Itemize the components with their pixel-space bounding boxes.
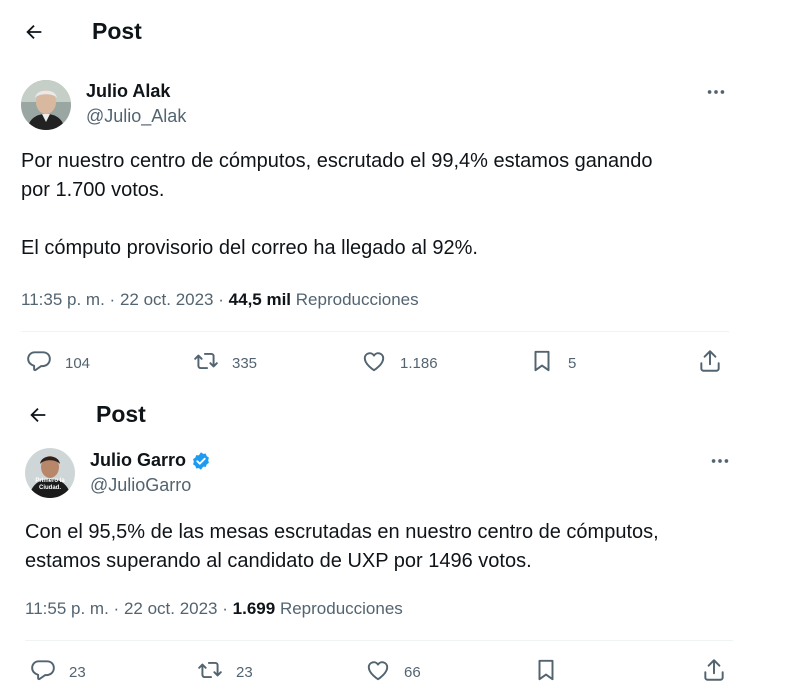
share-button[interactable]	[701, 657, 727, 687]
back-arrow-icon[interactable]	[22, 20, 46, 44]
like-button[interactable]: 66	[365, 657, 421, 687]
post-date[interactable]: 22 oct. 2023	[124, 599, 218, 618]
meta-separator: ·	[222, 599, 228, 618]
avatar[interactable]	[21, 80, 71, 130]
like-count: 66	[404, 663, 421, 681]
reply-count: 104	[65, 354, 91, 372]
author-name[interactable]: Julio Garro	[90, 450, 211, 471]
post-header: Post	[22, 18, 142, 45]
post-time[interactable]: 11:55 p. m.	[25, 599, 109, 618]
more-options-icon[interactable]	[704, 80, 728, 104]
post-date[interactable]: 22 oct. 2023	[120, 290, 214, 309]
post-meta: 11:55 p. m. · 22 oct. 2023 · 1.699 Repro…	[25, 599, 403, 619]
post-meta: 11:35 p. m. · 22 oct. 2023 · 44,5 mil Re…	[21, 290, 419, 310]
meta-separator: ·	[218, 290, 224, 309]
divider	[25, 640, 733, 641]
bookmark-count: 5	[568, 354, 577, 372]
views-label: Reproducciones	[279, 599, 403, 618]
share-icon	[697, 348, 723, 378]
heart-icon	[365, 657, 391, 687]
share-button[interactable]	[697, 348, 723, 378]
bookmark-button[interactable]: 5	[529, 348, 576, 378]
post-text: Por nuestro centro de cómputos, escrutad…	[21, 150, 653, 259]
view-count: 44,5 mil	[228, 290, 292, 309]
page-title: Post	[96, 401, 146, 427]
repost-count: 23	[236, 663, 253, 681]
post-time[interactable]: 11:35 p. m.	[21, 290, 105, 309]
repost-button[interactable]: 335	[193, 348, 257, 378]
bookmark-icon	[533, 657, 559, 687]
more-options-icon[interactable]	[708, 449, 732, 473]
repost-count: 335	[232, 354, 258, 372]
meta-separator: ·	[109, 290, 116, 309]
author-name[interactable]: Julio Alak	[86, 81, 170, 102]
divider	[21, 331, 729, 332]
reply-button[interactable]: 104	[26, 348, 90, 378]
post-text: Con el 95,5% de las mesas escrutadas en …	[25, 521, 659, 572]
post-garro: Post Primero la Ciudad. Julio Garro @Jul…	[0, 380, 791, 694]
author-handle[interactable]: @Julio_Alak	[86, 106, 186, 127]
repost-button[interactable]: 23	[197, 657, 253, 687]
bookmark-icon	[529, 348, 555, 378]
like-count: 1.186	[400, 354, 438, 372]
page-title: Post	[92, 18, 142, 44]
views-label: Reproducciones	[295, 290, 419, 309]
post-header: Post	[26, 401, 146, 428]
repost-icon	[193, 348, 219, 378]
avatar[interactable]: Primero la Ciudad.	[25, 448, 75, 498]
bookmark-button[interactable]	[533, 657, 559, 687]
share-icon	[701, 657, 727, 687]
reply-icon	[30, 657, 56, 687]
verified-badge-icon	[191, 451, 211, 471]
post-alak: Post Julio Alak @Julio_Alak Por nuestro …	[0, 0, 791, 380]
meta-separator: ·	[113, 599, 120, 618]
reply-button[interactable]: 23	[30, 657, 86, 687]
author-name-text: Julio Alak	[86, 81, 171, 101]
back-arrow-icon[interactable]	[26, 403, 50, 427]
reply-count: 23	[69, 663, 86, 681]
heart-icon	[361, 348, 387, 378]
like-button[interactable]: 1.186	[361, 348, 438, 378]
author-handle[interactable]: @JulioGarro	[90, 475, 191, 496]
reply-icon	[26, 348, 52, 378]
author-name-text: Julio Garro	[90, 450, 187, 470]
avatar-caption: Primero la Ciudad.	[35, 478, 65, 491]
view-count: 1.699	[232, 599, 276, 618]
repost-icon	[197, 657, 223, 687]
